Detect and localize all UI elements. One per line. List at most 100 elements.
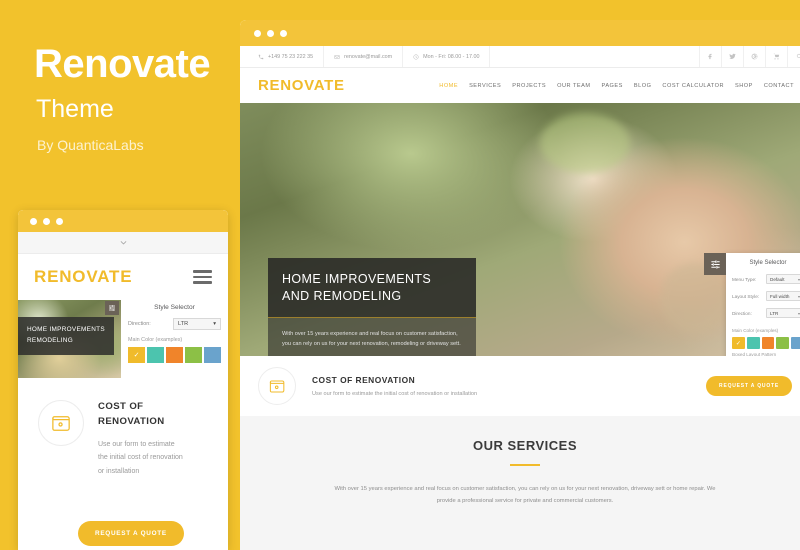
cost-title: COST OF RENOVATION [312, 375, 416, 385]
request-a-quote-button[interactable]: REQUEST A QUOTE [706, 376, 792, 396]
hero-heading-line2: AND REMODELING [282, 288, 402, 303]
mobile-window-titlebar [18, 210, 228, 232]
mobile-cost-description: Use our form to estimate the initial cos… [98, 438, 183, 479]
color-swatch-orange[interactable] [761, 337, 775, 349]
color-swatch-green[interactable] [776, 337, 790, 349]
mobile-main-color-swatches: ✓ [121, 347, 228, 363]
layout-style-row: Layout Style: Full width ▾ [726, 291, 800, 301]
mobile-style-selector-panel: Style Selector Direction: LTR ▾ Main Col… [121, 300, 228, 378]
nav-item-contact[interactable]: CONTACT [764, 83, 794, 89]
desktop-browser-mockup: +149 75 23 222 35 renovate@mail.com Mon … [240, 20, 800, 550]
color-swatch-blue[interactable] [791, 337, 800, 349]
topbar-email-text: renovate@mail.com [344, 53, 393, 60]
mobile-cost-desc-line1: Use our form to estimate [98, 440, 175, 448]
mobile-cost-title: COST OF RENOVATION [98, 400, 183, 430]
nav-item-cost-calculator[interactable]: COST CALCULATOR [662, 83, 724, 89]
color-swatch-yellow[interactable]: ✓ [732, 337, 745, 349]
direction-row: Direction: LTR ▾ [726, 308, 800, 318]
phone-icon [258, 54, 264, 59]
mobile-direction-value: LTR [178, 321, 189, 327]
hero-section: HOME IMPROVEMENTS AND REMODELING With ov… [240, 103, 800, 356]
search-icon[interactable] [788, 46, 800, 67]
menu-type-select[interactable]: Default ▾ [766, 274, 800, 284]
nav-item-our-team[interactable]: OUR TEAM [557, 83, 590, 89]
hero-content-card: HOME IMPROVEMENTS AND REMODELING With ov… [268, 258, 476, 356]
mobile-hero-heading: HOME IMPROVEMENTS REMODELING [27, 325, 105, 347]
direction-label: Direction: [732, 310, 752, 316]
menu-type-label: Menu Type: [732, 276, 757, 282]
nav-item-home[interactable]: HOME [439, 83, 458, 89]
mobile-hero-heading-line1: HOME IMPROVEMENTS [27, 326, 105, 333]
check-icon: ✓ [735, 340, 741, 347]
direction-select[interactable]: LTR ▾ [766, 308, 800, 318]
wallet-icon [38, 400, 84, 446]
check-icon: ✓ [133, 352, 140, 359]
main-color-swatches: ✓ [726, 337, 800, 349]
promo-subtitle: Theme [36, 95, 114, 123]
window-dot-maximize[interactable] [56, 217, 63, 225]
services-title: OUR SERVICES [472, 438, 577, 453]
color-swatch-green[interactable] [185, 347, 202, 363]
site-topbar: +149 75 23 222 35 renovate@mail.com Mon … [240, 46, 800, 68]
sliders-icon [109, 305, 115, 311]
cost-description: Use our form to estimate the initial cos… [312, 391, 478, 397]
mobile-hero-image: HOME IMPROVEMENTS REMODELING [18, 300, 121, 378]
nav-item-blog[interactable]: BLOG [634, 83, 652, 89]
dribbble-icon[interactable] [744, 46, 766, 67]
layout-style-select[interactable]: Full width ▾ [766, 291, 800, 301]
topbar-phone-text: +149 75 23 222 35 [268, 53, 314, 60]
style-selector-toggle-tab[interactable] [704, 253, 726, 275]
services-divider [510, 464, 540, 466]
clock-icon [413, 54, 419, 59]
nav-item-shop[interactable]: SHOP [735, 83, 753, 89]
mobile-main-color-label: Main Color (examples) [128, 337, 183, 343]
nav-item-services[interactable]: SERVICES [469, 83, 501, 89]
mobile-cost-section: COST OF RENOVATION Use our form to estim… [18, 378, 228, 479]
twitter-icon[interactable] [722, 46, 744, 67]
color-swatch-yellow[interactable]: ✓ [128, 347, 145, 363]
window-dot-close[interactable] [30, 217, 37, 225]
promo-title: Renovate [34, 42, 211, 86]
color-swatch-blue[interactable] [204, 347, 221, 363]
direction-value: LTR [770, 310, 779, 316]
menu-type-value: Default [770, 276, 785, 282]
mobile-cost-desc-line2: the initial cost of renovation [98, 454, 183, 462]
nav-item-projects[interactable]: PROJECTS [512, 83, 546, 89]
site-logo[interactable]: RENOVATE [258, 77, 345, 94]
nav-item-pages[interactable]: PAGES [602, 83, 623, 89]
envelope-icon [334, 54, 340, 59]
hero-heading-block: HOME IMPROVEMENTS AND REMODELING [268, 258, 476, 318]
style-selector-panel: Style Selector Menu Type: Default ▾ Layo… [704, 253, 800, 356]
chevron-down-icon: ▾ [213, 321, 216, 327]
cost-text-block: COST OF RENOVATION Use our form to estim… [312, 375, 477, 397]
mobile-cost-title-line1: COST OF [98, 401, 144, 412]
mobile-style-selector-toggle-tab[interactable] [105, 301, 119, 315]
wallet-icon [258, 367, 296, 405]
hero-foliage-blur [540, 113, 630, 173]
window-dot-maximize[interactable] [280, 29, 287, 37]
color-swatch-teal[interactable] [746, 337, 760, 349]
window-dot-minimize[interactable] [267, 29, 274, 37]
color-swatch-orange[interactable] [166, 347, 183, 363]
hero-heading-line1: HOME IMPROVEMENTS [282, 272, 432, 286]
window-dot-minimize[interactable] [43, 217, 50, 225]
cart-icon[interactable] [766, 46, 788, 67]
menu-type-row: Menu Type: Default ▾ [726, 274, 800, 284]
layout-style-label: Layout Style: [732, 293, 760, 299]
topbar-phone[interactable]: +149 75 23 222 35 [240, 46, 325, 67]
mobile-cost-text-block: COST OF RENOVATION Use our form to estim… [98, 400, 183, 479]
mobile-request-a-quote-button[interactable]: REQUEST A QUOTE [78, 521, 184, 546]
hamburger-menu-icon[interactable] [193, 270, 212, 284]
main-color-label: Main Color (examples) [732, 328, 779, 333]
facebook-icon[interactable] [700, 46, 722, 67]
mobile-site-logo[interactable]: RENOVATE [34, 267, 132, 287]
hero-heading: HOME IMPROVEMENTS AND REMODELING [282, 271, 462, 305]
topbar-email[interactable]: renovate@mail.com [324, 46, 404, 67]
window-dot-close[interactable] [254, 29, 261, 37]
mobile-direction-select[interactable]: LTR ▾ [173, 318, 221, 330]
mobile-topbar-collapse[interactable] [18, 232, 228, 254]
desktop-window-titlebar [240, 20, 800, 46]
topbar-hours-text: Mon - Fri: 08.00 - 17.00 [423, 53, 480, 60]
topbar-hours: Mon - Fri: 08.00 - 17.00 [403, 46, 491, 67]
color-swatch-teal[interactable] [147, 347, 164, 363]
